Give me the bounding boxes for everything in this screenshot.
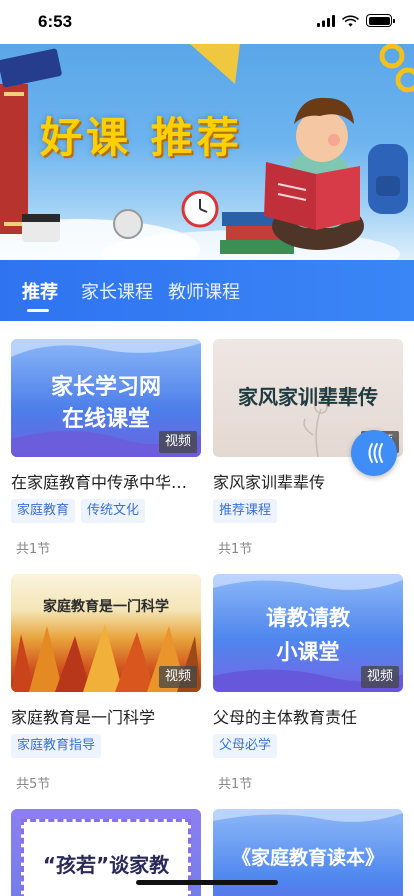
course-title: 家庭教育是一门科学 (11, 708, 156, 727)
banner-title: 好课 推荐 (40, 113, 243, 162)
course-tag[interactable]: 家庭教育 (11, 499, 76, 523)
tab-recommend[interactable]: 推荐 (22, 278, 58, 304)
status-icons (317, 14, 395, 27)
tab-bar: 推荐 家长课程 教师课程 (0, 260, 414, 321)
lesson-count: 共1节 (218, 542, 253, 557)
banner[interactable]: 好课 推荐 (0, 44, 414, 260)
video-badge: 视频 (158, 431, 197, 453)
course-tag[interactable]: 家庭教育指导 (11, 734, 102, 758)
lesson-count: 共1节 (16, 542, 51, 557)
lesson-count: 共1节 (218, 777, 253, 792)
course-thumbnail: 家庭教育是一门科学 视频 (11, 574, 201, 692)
status-time: 6:53 (38, 12, 73, 31)
thumbnail-text-line: 请教请教 (266, 606, 350, 630)
floating-collapse-button[interactable] (351, 430, 397, 476)
video-badge: 视频 (360, 666, 399, 688)
home-indicator (136, 880, 278, 885)
course-tag[interactable]: 推荐课程 (213, 499, 278, 523)
thumbnail-text-line: “孩若”谈家教 (42, 853, 170, 877)
course-thumbnail: 家长学习网 在线课堂 视频 (11, 339, 201, 457)
thumbnail-text-line: 家庭教育是一门科学 (43, 599, 169, 615)
signal-icon (317, 14, 335, 27)
thumbnail-text-line: 家风家训辈辈传 (238, 385, 378, 409)
wifi-icon (342, 15, 359, 27)
thumbnail-text-line: 《家庭教育读本》 (231, 847, 384, 869)
thumbnail-text-line: 小课堂 (276, 640, 340, 664)
status-bar: 6:53 (0, 0, 414, 44)
battery-icon (366, 14, 395, 27)
lesson-count: 共5节 (16, 777, 51, 792)
course-tag[interactable]: 传统文化 (81, 499, 146, 523)
tab-active-indicator (27, 309, 49, 312)
course-title: 父母的主体教育责任 (213, 708, 358, 727)
tab-teacher-courses[interactable]: 教师课程 (168, 278, 240, 304)
course-tag[interactable]: 父母必学 (213, 734, 278, 758)
thumbnail-text-line: 在线课堂 (61, 407, 150, 432)
course-title: 在家庭教育中传承中华传统美德 (11, 473, 201, 492)
tab-parent-courses[interactable]: 家长课程 (81, 278, 153, 304)
thumbnail-text-line: 家长学习网 (50, 375, 161, 400)
video-badge: 视频 (158, 666, 197, 688)
course-thumbnail: 请教请教 小课堂 视频 (213, 574, 403, 692)
chevrons-left-icon (368, 443, 383, 463)
